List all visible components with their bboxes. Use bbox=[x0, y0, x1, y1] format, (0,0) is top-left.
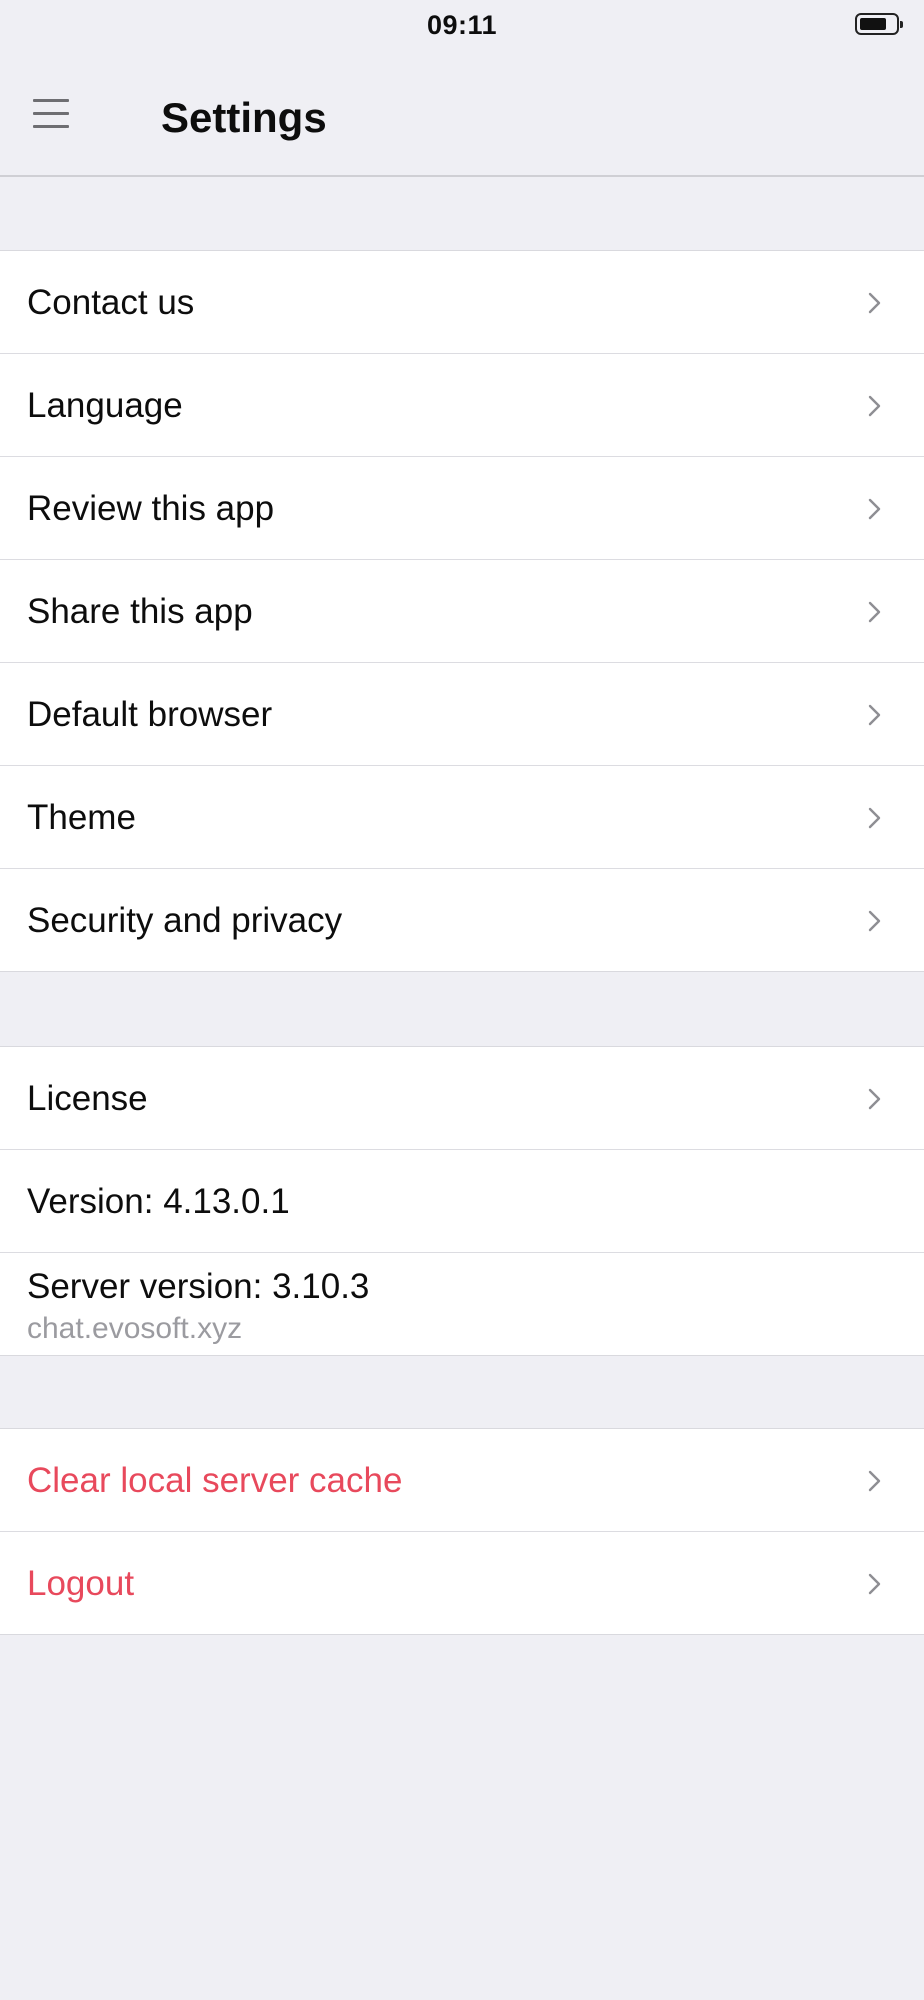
settings-item-label: Theme bbox=[27, 798, 136, 837]
settings-item-default-browser[interactable]: Default browser bbox=[0, 663, 924, 766]
settings-group-danger: Clear local server cache Logout bbox=[0, 1428, 924, 1635]
header: Settings bbox=[0, 50, 924, 177]
settings-item-server-version: Server version: 3.10.3 chat.evosoft.xyz bbox=[0, 1253, 924, 1355]
server-version-label: Server version: 3.10.3 bbox=[27, 1267, 370, 1306]
settings-item-license[interactable]: License bbox=[0, 1047, 924, 1150]
chevron-right-icon bbox=[862, 291, 886, 315]
battery-icon bbox=[855, 13, 903, 35]
hamburger-menu-icon[interactable] bbox=[30, 96, 74, 132]
settings-item-label: Language bbox=[27, 386, 183, 425]
settings-item-review-app[interactable]: Review this app bbox=[0, 457, 924, 560]
app-version-label: Version: 4.13.0.1 bbox=[27, 1182, 290, 1221]
settings-item-label: Clear local server cache bbox=[27, 1461, 403, 1500]
clear-server-cache-button[interactable]: Clear local server cache bbox=[0, 1429, 924, 1532]
chevron-right-icon bbox=[862, 909, 886, 933]
settings-item-label: Default browser bbox=[27, 695, 273, 734]
page-title: Settings bbox=[161, 94, 327, 141]
chevron-right-icon bbox=[862, 703, 886, 727]
settings-item-security-privacy[interactable]: Security and privacy bbox=[0, 869, 924, 971]
status-time: 09:11 bbox=[426, 10, 498, 40]
settings-item-label: Review this app bbox=[27, 489, 275, 528]
settings-item-label: License bbox=[27, 1079, 148, 1118]
settings-item-label: Contact us bbox=[27, 283, 195, 322]
battery-tip bbox=[900, 21, 903, 28]
settings-item-language[interactable]: Language bbox=[0, 354, 924, 457]
chevron-right-icon bbox=[862, 394, 886, 418]
settings-item-version: Version: 4.13.0.1 bbox=[0, 1150, 924, 1253]
chevron-right-icon bbox=[862, 1572, 886, 1596]
logout-button[interactable]: Logout bbox=[0, 1532, 924, 1634]
server-host-label: chat.evosoft.xyz bbox=[27, 1312, 243, 1345]
settings-item-label: Share this app bbox=[27, 592, 253, 631]
chevron-right-icon bbox=[862, 1469, 886, 1493]
chevron-right-icon bbox=[862, 1087, 886, 1111]
chevron-right-icon bbox=[862, 806, 886, 830]
settings-item-contact-us[interactable]: Contact us bbox=[0, 251, 924, 354]
settings-group-general: Contact us Language Review this app Shar… bbox=[0, 250, 924, 972]
settings-group-info: License Version: 4.13.0.1 Server version… bbox=[0, 1046, 924, 1356]
settings-item-share-app[interactable]: Share this app bbox=[0, 560, 924, 663]
chevron-right-icon bbox=[862, 600, 886, 624]
settings-item-label: Security and privacy bbox=[27, 901, 343, 940]
settings-item-theme[interactable]: Theme bbox=[0, 766, 924, 869]
status-bar: 09:11 bbox=[0, 0, 924, 50]
settings-item-label: Logout bbox=[27, 1564, 135, 1603]
chevron-right-icon bbox=[862, 497, 886, 521]
battery-fill bbox=[860, 18, 886, 30]
